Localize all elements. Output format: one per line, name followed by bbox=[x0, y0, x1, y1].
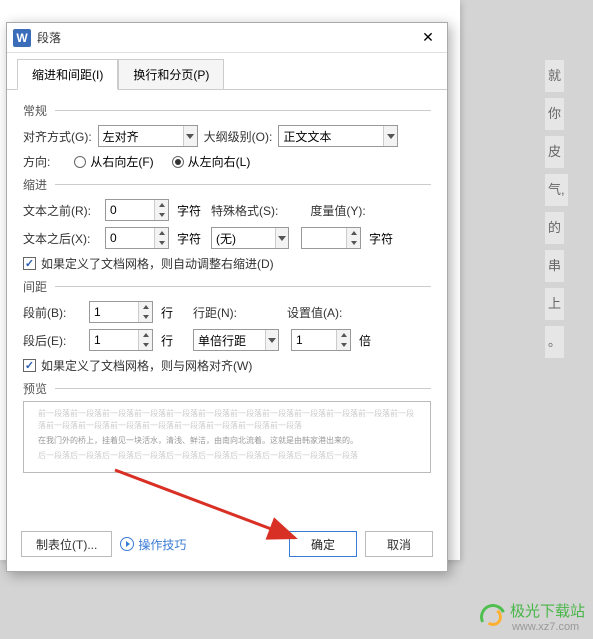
radio-icon bbox=[172, 156, 184, 168]
section-preview: 预览 bbox=[23, 380, 431, 397]
spacing-after-input[interactable] bbox=[90, 330, 138, 350]
spinner-down-icon[interactable] bbox=[347, 238, 360, 248]
align-label: 对齐方式(G): bbox=[23, 128, 92, 145]
section-spacing: 间距 bbox=[23, 278, 431, 295]
spacing-before-input[interactable] bbox=[90, 302, 138, 322]
unit-char: 字符 bbox=[177, 202, 201, 219]
preview-before: 前一段落前一段落前一段落前一段落前一段落前一段落前一段落前一段落前一段落前一段落… bbox=[38, 408, 416, 432]
metric-spinner[interactable] bbox=[301, 227, 361, 249]
spacing-after-spinner[interactable] bbox=[89, 329, 153, 351]
close-button[interactable]: ✕ bbox=[415, 27, 441, 49]
indent-after-input[interactable] bbox=[106, 228, 154, 248]
watermark: 极光下载站 www.xz7.com bbox=[480, 600, 585, 633]
tabs: 缩进和间距(I) 换行和分页(P) bbox=[7, 53, 447, 90]
cancel-button[interactable]: 取消 bbox=[365, 531, 433, 557]
align-combo[interactable] bbox=[98, 125, 198, 147]
chevron-down-icon[interactable] bbox=[183, 126, 197, 146]
spinner-down-icon[interactable] bbox=[337, 340, 350, 350]
direction-label: 方向: bbox=[23, 153, 50, 170]
unit-line: 行 bbox=[161, 332, 173, 349]
metric-label: 度量值(Y): bbox=[310, 202, 365, 219]
tips-label: 操作技巧 bbox=[138, 536, 186, 553]
metric-input[interactable] bbox=[302, 228, 346, 248]
spacing-grid-checkbox[interactable]: 如果定义了文档网格，则与网格对齐(W) bbox=[23, 357, 252, 374]
spacing-before-spinner[interactable] bbox=[89, 301, 153, 323]
outline-combo[interactable] bbox=[278, 125, 398, 147]
align-input[interactable] bbox=[99, 126, 183, 146]
radio-rtl[interactable]: 从右向左(F) bbox=[74, 153, 153, 170]
spinner-up-icon[interactable] bbox=[139, 302, 152, 312]
titlebar: W 段落 ✕ bbox=[7, 23, 447, 53]
watermark-logo-icon bbox=[480, 604, 506, 630]
checkbox-icon bbox=[23, 257, 36, 270]
unit-line: 行 bbox=[161, 304, 173, 321]
spinner-down-icon[interactable] bbox=[139, 340, 152, 350]
spacing-grid-label: 如果定义了文档网格，则与网格对齐(W) bbox=[41, 357, 252, 374]
indent-before-spinner[interactable] bbox=[105, 199, 169, 221]
preview-sample: 在我门外的桥上，挂着见一块活水，清浅、鲜洁，由南向北流着。这就是由韩家港出来的。 bbox=[38, 434, 416, 448]
ok-button[interactable]: 确定 bbox=[289, 531, 357, 557]
special-label: 特殊格式(S): bbox=[211, 202, 278, 219]
paragraph-dialog: W 段落 ✕ 缩进和间距(I) 换行和分页(P) 常规 对齐方式(G): 大纲级… bbox=[6, 22, 448, 572]
indent-before-input[interactable] bbox=[106, 200, 154, 220]
spinner-down-icon[interactable] bbox=[155, 210, 168, 220]
indent-before-label: 文本之前(R): bbox=[23, 202, 99, 219]
indent-after-spinner[interactable] bbox=[105, 227, 169, 249]
outline-label: 大纲级别(O): bbox=[204, 128, 273, 145]
unit-times: 倍 bbox=[359, 332, 371, 349]
radio-ltr-label: 从左向右(L) bbox=[188, 153, 251, 170]
radio-rtl-label: 从右向左(F) bbox=[90, 153, 153, 170]
dialog-footer: 制表位(T)... 操作技巧 确定 取消 bbox=[7, 521, 447, 571]
chevron-down-icon[interactable] bbox=[265, 330, 278, 350]
setvalue-spinner[interactable] bbox=[291, 329, 351, 351]
section-indent: 缩进 bbox=[23, 176, 431, 193]
spinner-up-icon[interactable] bbox=[139, 330, 152, 340]
radio-icon bbox=[74, 156, 86, 168]
spacing-after-label: 段后(E): bbox=[23, 332, 83, 349]
section-general: 常规 bbox=[23, 102, 431, 119]
unit-char: 字符 bbox=[177, 230, 201, 247]
spinner-up-icon[interactable] bbox=[155, 200, 168, 210]
watermark-name: 极光下载站 bbox=[510, 600, 585, 621]
linespacing-combo[interactable] bbox=[193, 329, 279, 351]
dialog-title: 段落 bbox=[37, 29, 415, 46]
tips-link[interactable]: 操作技巧 bbox=[120, 536, 186, 553]
indent-grid-checkbox[interactable]: 如果定义了文档网格，则自动调整右缩进(D) bbox=[23, 255, 274, 272]
indent-after-label: 文本之后(X): bbox=[23, 230, 99, 247]
app-icon: W bbox=[13, 29, 31, 47]
checkbox-icon bbox=[23, 359, 36, 372]
document-text-fragments: 就 你 皮 气, 的 串 上 。 bbox=[545, 60, 575, 364]
spinner-up-icon[interactable] bbox=[337, 330, 350, 340]
tab-indent-spacing[interactable]: 缩进和间距(I) bbox=[17, 59, 118, 90]
chevron-down-icon[interactable] bbox=[275, 228, 288, 248]
setvalue-input[interactable] bbox=[292, 330, 336, 350]
linespacing-input[interactable] bbox=[194, 330, 265, 350]
tabstop-button[interactable]: 制表位(T)... bbox=[21, 531, 112, 557]
spinner-up-icon[interactable] bbox=[347, 228, 360, 238]
spinner-down-icon[interactable] bbox=[155, 238, 168, 248]
setvalue-label: 设置值(A): bbox=[287, 304, 342, 321]
unit-char: 字符 bbox=[369, 230, 393, 247]
radio-ltr[interactable]: 从左向右(L) bbox=[172, 153, 251, 170]
watermark-url: www.xz7.com bbox=[512, 621, 585, 633]
spinner-down-icon[interactable] bbox=[139, 312, 152, 322]
tab-line-page[interactable]: 换行和分页(P) bbox=[118, 59, 224, 90]
linespacing-label: 行距(N): bbox=[193, 304, 237, 321]
special-input[interactable] bbox=[212, 228, 275, 248]
dialog-content: 常规 对齐方式(G): 大纲级别(O): 方向: 从右向左(F) bbox=[7, 89, 447, 521]
play-circle-icon bbox=[120, 537, 134, 551]
preview-after: 后一段落后一段落后一段落后一段落后一段落后一段落后一段落后一段落后一段落后一段落 bbox=[38, 450, 416, 462]
spinner-up-icon[interactable] bbox=[155, 228, 168, 238]
outline-input[interactable] bbox=[279, 126, 383, 146]
indent-grid-label: 如果定义了文档网格，则自动调整右缩进(D) bbox=[41, 255, 274, 272]
spacing-before-label: 段前(B): bbox=[23, 304, 83, 321]
chevron-down-icon[interactable] bbox=[383, 126, 397, 146]
preview-box: 前一段落前一段落前一段落前一段落前一段落前一段落前一段落前一段落前一段落前一段落… bbox=[23, 401, 431, 473]
special-combo[interactable] bbox=[211, 227, 289, 249]
